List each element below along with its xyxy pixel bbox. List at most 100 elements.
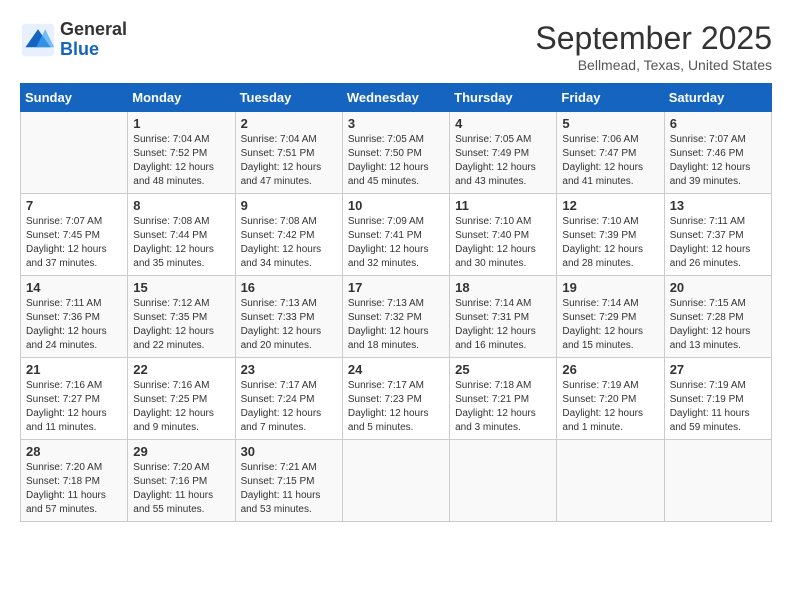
calendar-body: 1 Sunrise: 7:04 AM Sunset: 7:52 PM Daylig… — [21, 112, 772, 522]
day-info: Sunrise: 7:12 AM Sunset: 7:35 PM Dayligh… — [133, 297, 229, 353]
calendar-cell: 21Sunrise: 7:16 AM Sunset: 7:27 PM Dayli… — [21, 358, 128, 440]
calendar-cell: 15 Sunrise: 7:12 AM Sunset: 7:35 PM Dayli… — [128, 276, 235, 358]
day-info: Sunrise: 7:21 AM Sunset: 7:15 PM Dayligh… — [241, 461, 337, 517]
calendar-cell — [450, 440, 557, 522]
day-info: Sunrise: 7:19 AM Sunset: 7:19 PM Dayligh… — [670, 379, 766, 435]
weekday-header-saturday: Saturday — [664, 84, 771, 112]
weekday-header-friday: Friday — [557, 84, 664, 112]
day-info: Sunrise: 7:09 AM Sunset: 7:41 PM Dayligh… — [348, 215, 444, 271]
day-info: Sunrise: 7:17 AM Sunset: 7:24 PM Dayligh… — [241, 379, 337, 435]
day-number: 19 — [562, 280, 658, 295]
weekday-header-monday: Monday — [128, 84, 235, 112]
day-number: 8 — [133, 198, 229, 213]
day-number: 9 — [241, 198, 337, 213]
calendar-cell: 17 Sunrise: 7:13 AM Sunset: 7:32 PM Dayli… — [342, 276, 449, 358]
title-block: September 2025 Bellmead, Texas, United S… — [535, 20, 772, 73]
day-number: 17 — [348, 280, 444, 295]
day-number: 13 — [670, 198, 766, 213]
calendar-table: SundayMondayTuesdayWednesdayThursdayFrid… — [20, 83, 772, 522]
calendar-cell: 29 Sunrise: 7:20 AM Sunset: 7:16 PM Dayli… — [128, 440, 235, 522]
day-number: 26 — [562, 362, 658, 377]
calendar-cell: 19 Sunrise: 7:14 AM Sunset: 7:29 PM Dayli… — [557, 276, 664, 358]
calendar-cell: 14Sunrise: 7:11 AM Sunset: 7:36 PM Dayli… — [21, 276, 128, 358]
day-number: 4 — [455, 116, 551, 131]
month-title: September 2025 — [535, 20, 772, 57]
logo: General Blue — [20, 20, 127, 60]
day-info: Sunrise: 7:15 AM Sunset: 7:28 PM Dayligh… — [670, 297, 766, 353]
weekday-header-wednesday: Wednesday — [342, 84, 449, 112]
day-info: Sunrise: 7:08 AM Sunset: 7:42 PM Dayligh… — [241, 215, 337, 271]
day-number: 2 — [241, 116, 337, 131]
day-number: 29 — [133, 444, 229, 459]
day-info: Sunrise: 7:13 AM Sunset: 7:32 PM Dayligh… — [348, 297, 444, 353]
day-number: 27 — [670, 362, 766, 377]
day-number: 7 — [26, 198, 122, 213]
calendar-cell — [342, 440, 449, 522]
day-info: Sunrise: 7:04 AM Sunset: 7:52 PM Dayligh… — [133, 133, 229, 189]
day-info: Sunrise: 7:06 AM Sunset: 7:47 PM Dayligh… — [562, 133, 658, 189]
calendar-cell: 7Sunrise: 7:07 AM Sunset: 7:45 PM Daylig… — [21, 194, 128, 276]
week-row-5: 28Sunrise: 7:20 AM Sunset: 7:18 PM Dayli… — [21, 440, 772, 522]
calendar-cell: 16Sunrise: 7:13 AM Sunset: 7:33 PM Dayli… — [235, 276, 342, 358]
day-number: 3 — [348, 116, 444, 131]
calendar-cell: 2 Sunrise: 7:04 AM Sunset: 7:51 PM Daylig… — [235, 112, 342, 194]
page-header: General Blue September 2025 Bellmead, Te… — [20, 20, 772, 73]
calendar-cell: 4 Sunrise: 7:05 AM Sunset: 7:49 PM Daylig… — [450, 112, 557, 194]
week-row-2: 7Sunrise: 7:07 AM Sunset: 7:45 PM Daylig… — [21, 194, 772, 276]
day-number: 10 — [348, 198, 444, 213]
week-row-3: 14Sunrise: 7:11 AM Sunset: 7:36 PM Dayli… — [21, 276, 772, 358]
day-number: 28 — [26, 444, 122, 459]
calendar-cell: 11 Sunrise: 7:10 AM Sunset: 7:40 PM Dayli… — [450, 194, 557, 276]
calendar-cell: 3 Sunrise: 7:05 AM Sunset: 7:50 PM Daylig… — [342, 112, 449, 194]
day-info: Sunrise: 7:20 AM Sunset: 7:16 PM Dayligh… — [133, 461, 229, 517]
day-number: 23 — [241, 362, 337, 377]
day-info: Sunrise: 7:11 AM Sunset: 7:37 PM Dayligh… — [670, 215, 766, 271]
day-info: Sunrise: 7:16 AM Sunset: 7:25 PM Dayligh… — [133, 379, 229, 435]
calendar-cell: 18 Sunrise: 7:14 AM Sunset: 7:31 PM Dayli… — [450, 276, 557, 358]
week-row-1: 1 Sunrise: 7:04 AM Sunset: 7:52 PM Daylig… — [21, 112, 772, 194]
calendar-cell: 24 Sunrise: 7:17 AM Sunset: 7:23 PM Dayli… — [342, 358, 449, 440]
day-number: 22 — [133, 362, 229, 377]
day-info: Sunrise: 7:05 AM Sunset: 7:49 PM Dayligh… — [455, 133, 551, 189]
day-info: Sunrise: 7:05 AM Sunset: 7:50 PM Dayligh… — [348, 133, 444, 189]
calendar-cell: 26 Sunrise: 7:19 AM Sunset: 7:20 PM Dayli… — [557, 358, 664, 440]
day-info: Sunrise: 7:08 AM Sunset: 7:44 PM Dayligh… — [133, 215, 229, 271]
weekday-header-thursday: Thursday — [450, 84, 557, 112]
day-number: 11 — [455, 198, 551, 213]
week-row-4: 21Sunrise: 7:16 AM Sunset: 7:27 PM Dayli… — [21, 358, 772, 440]
day-info: Sunrise: 7:10 AM Sunset: 7:39 PM Dayligh… — [562, 215, 658, 271]
day-info: Sunrise: 7:17 AM Sunset: 7:23 PM Dayligh… — [348, 379, 444, 435]
day-number: 30 — [241, 444, 337, 459]
day-info: Sunrise: 7:07 AM Sunset: 7:46 PM Dayligh… — [670, 133, 766, 189]
day-number: 15 — [133, 280, 229, 295]
calendar-cell — [557, 440, 664, 522]
day-number: 12 — [562, 198, 658, 213]
day-number: 16 — [241, 280, 337, 295]
day-info: Sunrise: 7:19 AM Sunset: 7:20 PM Dayligh… — [562, 379, 658, 435]
weekday-header-tuesday: Tuesday — [235, 84, 342, 112]
day-number: 1 — [133, 116, 229, 131]
calendar-cell: 30 Sunrise: 7:21 AM Sunset: 7:15 PM Dayli… — [235, 440, 342, 522]
day-number: 21 — [26, 362, 122, 377]
day-info: Sunrise: 7:14 AM Sunset: 7:29 PM Dayligh… — [562, 297, 658, 353]
day-number: 18 — [455, 280, 551, 295]
day-number: 24 — [348, 362, 444, 377]
calendar-cell — [21, 112, 128, 194]
calendar-cell — [664, 440, 771, 522]
day-number: 20 — [670, 280, 766, 295]
day-info: Sunrise: 7:10 AM Sunset: 7:40 PM Dayligh… — [455, 215, 551, 271]
day-number: 14 — [26, 280, 122, 295]
calendar-cell: 20 Sunrise: 7:15 AM Sunset: 7:28 PM Dayli… — [664, 276, 771, 358]
calendar-cell: 12 Sunrise: 7:10 AM Sunset: 7:39 PM Dayli… — [557, 194, 664, 276]
calendar-cell: 1 Sunrise: 7:04 AM Sunset: 7:52 PM Daylig… — [128, 112, 235, 194]
calendar-cell: 6Sunrise: 7:07 AM Sunset: 7:46 PM Daylig… — [664, 112, 771, 194]
day-info: Sunrise: 7:04 AM Sunset: 7:51 PM Dayligh… — [241, 133, 337, 189]
calendar-cell: 23 Sunrise: 7:17 AM Sunset: 7:24 PM Dayli… — [235, 358, 342, 440]
location: Bellmead, Texas, United States — [535, 57, 772, 73]
calendar-cell: 28Sunrise: 7:20 AM Sunset: 7:18 PM Dayli… — [21, 440, 128, 522]
calendar-cell: 27 Sunrise: 7:19 AM Sunset: 7:19 PM Dayli… — [664, 358, 771, 440]
calendar-cell: 25Sunrise: 7:18 AM Sunset: 7:21 PM Dayli… — [450, 358, 557, 440]
day-number: 25 — [455, 362, 551, 377]
day-info: Sunrise: 7:14 AM Sunset: 7:31 PM Dayligh… — [455, 297, 551, 353]
calendar-cell: 9 Sunrise: 7:08 AM Sunset: 7:42 PM Daylig… — [235, 194, 342, 276]
